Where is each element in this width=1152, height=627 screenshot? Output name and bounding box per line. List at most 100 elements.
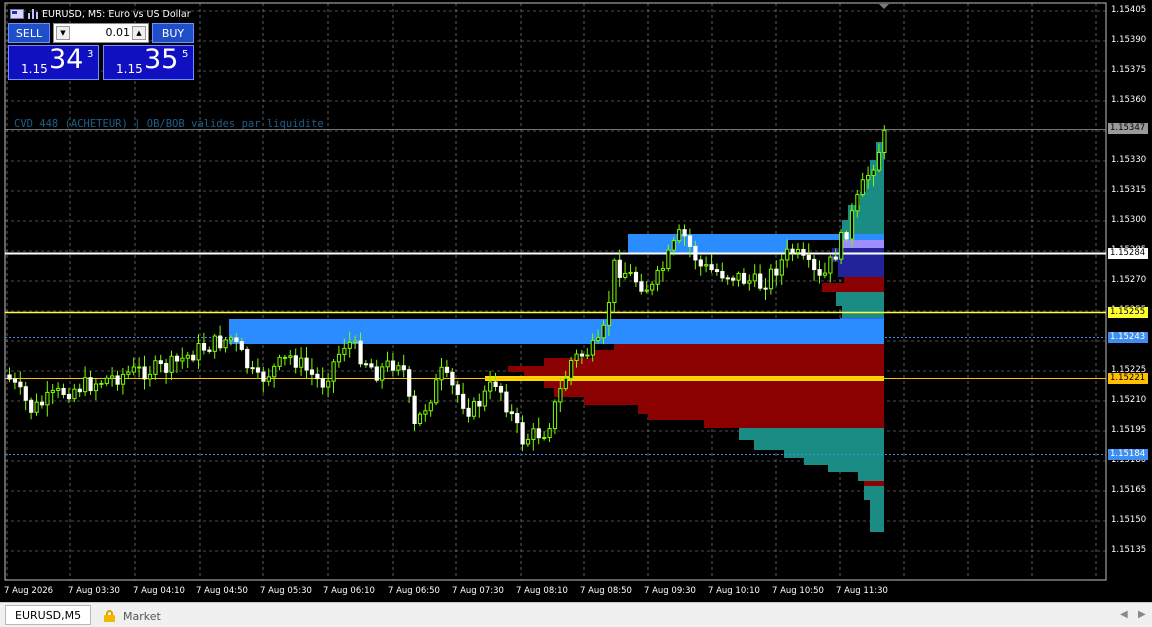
candle-body	[779, 259, 784, 276]
time-tick-label: 7 Aug 04:10	[133, 586, 185, 596]
lot-size-field[interactable]: ▼ 0.01 ▲	[53, 23, 149, 43]
bid-quote[interactable]: 1.15 34 3	[8, 44, 99, 80]
candle-body	[558, 388, 563, 403]
volume-profile-bar	[554, 388, 884, 397]
mt5-chart-window[interactable]: EURUSD, M5: Euro vs US Dollar SELL ▼ 0.0…	[0, 0, 1152, 627]
candle-body	[261, 371, 266, 382]
candle-body	[547, 428, 552, 439]
price-tick-label: 1.15150	[1111, 515, 1147, 525]
chart-background	[0, 0, 1152, 602]
volume-profile-bar	[870, 527, 884, 532]
candle-body	[817, 269, 822, 276]
candle-body	[407, 369, 412, 397]
chart-title-text: EURUSD, M5: Euro vs US Dollar	[42, 8, 191, 20]
candle-body	[61, 387, 66, 396]
candle-body	[282, 356, 288, 359]
candle-body	[650, 283, 655, 291]
candle-body	[725, 277, 730, 280]
candle-body	[579, 353, 585, 357]
candle-body	[812, 258, 817, 271]
volume-profile-bar	[864, 486, 884, 500]
candle-body	[439, 366, 444, 381]
candle-body	[515, 413, 520, 424]
candle-body	[23, 386, 28, 401]
volume-profile-bar	[858, 472, 884, 481]
candle-body	[353, 340, 358, 343]
candle-body	[347, 341, 352, 349]
candle-body	[212, 335, 217, 352]
volume-profile-bar	[836, 292, 884, 306]
buy-button[interactable]: BUY	[152, 23, 194, 43]
chevron-right-icon[interactable]: ▶	[1138, 609, 1146, 620]
candle-body	[498, 386, 504, 393]
candle-body	[741, 272, 747, 284]
candle-body	[644, 289, 649, 292]
candle-body	[309, 369, 315, 375]
time-tick-label: 7 Aug 07:30	[452, 586, 504, 596]
candle-body	[120, 373, 126, 385]
triangle-down-icon[interactable]: ▼	[56, 26, 70, 40]
ask-quote[interactable]: 1.15 35 5	[103, 44, 194, 80]
time-tick-label: 7 Aug 10:10	[708, 586, 760, 596]
candle-body	[849, 210, 855, 240]
candle-body	[882, 129, 887, 153]
candle-body	[482, 390, 487, 407]
candle-body	[504, 391, 509, 413]
candle-body	[304, 357, 309, 371]
candle-body	[639, 281, 644, 292]
time-tick-label: 7 Aug 04:50	[196, 586, 248, 596]
candle-body	[655, 269, 660, 285]
candle-body	[758, 273, 763, 289]
volume-profile-bar	[584, 397, 884, 405]
lot-size-value[interactable]: 0.01	[72, 26, 131, 39]
price-chart[interactable]	[0, 0, 1152, 602]
candle-body	[293, 355, 298, 368]
candle-body	[153, 360, 158, 375]
candle-body	[790, 248, 795, 254]
candle-body	[218, 335, 223, 349]
candle-body	[612, 259, 617, 304]
candle-body	[288, 355, 293, 358]
candle-body	[466, 407, 471, 417]
flag-icon	[10, 9, 24, 19]
candle-body	[380, 366, 385, 381]
one-click-trading-panel: SELL ▼ 0.01 ▲ BUY 1.15 34 3 1.15 35 5	[8, 23, 194, 80]
price-tick-label: 1.15405	[1111, 5, 1147, 15]
price-level-tag: 1.15255	[1108, 307, 1148, 318]
chevron-left-icon[interactable]: ◀	[1120, 609, 1128, 620]
candle-body	[77, 388, 82, 393]
candle-body	[342, 347, 347, 355]
volume-profile-bar	[594, 350, 884, 358]
price-tick-label: 1.15165	[1111, 485, 1147, 495]
candle-body	[606, 302, 612, 326]
candle-body	[731, 277, 736, 281]
time-tick-label: 7 Aug 11:30	[836, 586, 888, 596]
candle-body	[531, 428, 536, 440]
bid-pipette: 3	[87, 49, 94, 60]
sell-button[interactable]: SELL	[8, 23, 50, 43]
candle-body	[428, 402, 433, 412]
candle-body	[709, 264, 714, 271]
candle-body	[509, 411, 514, 415]
candle-body	[450, 371, 455, 386]
triangle-up-icon[interactable]: ▲	[132, 26, 146, 40]
time-tick-label: 7 Aug 03:30	[68, 586, 120, 596]
tab-market-label: Market	[123, 609, 161, 623]
candle-body	[158, 360, 163, 365]
candle-body	[736, 272, 741, 281]
chart-tab-bar: EURUSD,M5 Market ◀ ▶	[0, 602, 1152, 627]
candle-body	[180, 357, 185, 362]
candle-body	[585, 354, 590, 357]
candle-body	[471, 400, 477, 417]
candle-body	[563, 377, 568, 390]
volume-profile-bar	[739, 428, 884, 440]
candle-body	[525, 438, 531, 445]
order-block	[229, 319, 884, 344]
tab-market[interactable]: Market	[104, 607, 161, 625]
candle-body	[693, 245, 698, 261]
candle-body	[455, 384, 460, 395]
volume-profile-bar	[544, 380, 884, 388]
tab-eurusd-m5[interactable]: EURUSD,M5	[5, 605, 92, 625]
candle-body	[50, 389, 55, 393]
candle-body	[174, 355, 180, 362]
